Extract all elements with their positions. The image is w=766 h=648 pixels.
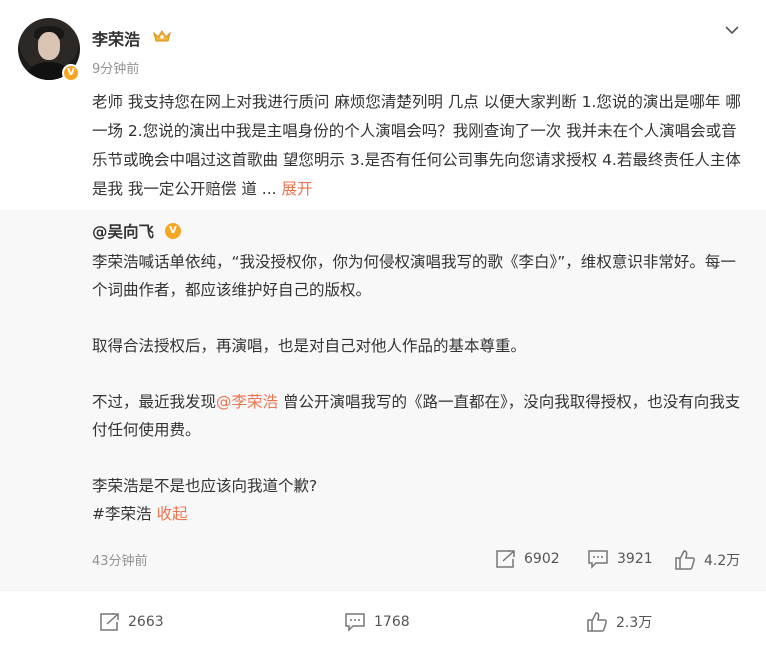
share-icon bbox=[100, 613, 119, 631]
repost-paragraph: 李荣浩是不是也应该向我道个歉? bbox=[92, 477, 318, 495]
repost-author[interactable]: @吴向飞 bbox=[92, 220, 154, 242]
weibo-post: V 李荣浩 9分钟前 老师 我支持您在网上对我进行质问 麻烦您清楚列明 几点 以… bbox=[0, 0, 766, 648]
hashtag-link[interactable]: #李荣浩 bbox=[92, 505, 152, 523]
repost-comment-button[interactable]: 3921 bbox=[587, 549, 653, 569]
repost-text: 不过，最近我发现 bbox=[92, 393, 217, 411]
like-count: 2.3万 bbox=[616, 615, 653, 631]
share-count: 2663 bbox=[128, 614, 164, 630]
verified-badge-icon: V bbox=[165, 223, 181, 239]
comment-icon bbox=[588, 550, 608, 569]
post-body: 老师 我支持您在网上对我进行质问 麻烦您清楚列明 几点 以便大家判断 1.您说的… bbox=[92, 93, 741, 198]
avatar-face bbox=[38, 32, 60, 60]
repost-body: 李荣浩喊话单依纯，“我没授权你，你为何侵权演唱我写的歌《李白》”，维权意识非常好… bbox=[92, 248, 744, 528]
share-count: 6902 bbox=[524, 551, 560, 567]
repost-block[interactable]: @吴向飞 V 李荣浩喊话单依纯，“我没授权你，你为何侵权演唱我写的歌《李白》”，… bbox=[0, 210, 766, 590]
crown-icon bbox=[153, 30, 171, 42]
like-button[interactable]: 2.3万 bbox=[586, 611, 652, 633]
divider bbox=[0, 590, 766, 591]
repost-time[interactable]: 43分钟前 bbox=[92, 550, 148, 569]
repost-like-button[interactable]: 4.2万 bbox=[674, 549, 740, 571]
repost-paragraph: 李荣浩喊话单依纯，“我没授权你，你为何侵权演唱我写的歌《李白》”，维权意识非常好… bbox=[92, 253, 736, 299]
like-icon bbox=[587, 612, 607, 632]
username[interactable]: 李荣浩 bbox=[92, 26, 140, 50]
share-button[interactable]: 2663 bbox=[98, 612, 164, 632]
repost-paragraph: 取得合法授权后，再演唱，也是对自己对他人作品的基本尊重。 bbox=[92, 337, 527, 355]
verified-badge-icon: V bbox=[62, 64, 80, 82]
chevron-down-icon[interactable] bbox=[722, 20, 742, 40]
repost-paragraph: 不过，最近我发现@李荣浩 曾公开演唱我写的《路一直都在》，没向我取得授权，也没有… bbox=[92, 388, 744, 444]
comment-count: 3921 bbox=[617, 551, 653, 567]
post-time[interactable]: 9分钟前 bbox=[92, 58, 139, 77]
like-count: 4.2万 bbox=[704, 553, 741, 569]
hashtag-line: #李荣浩 收起 bbox=[92, 500, 744, 528]
repost-share-button[interactable]: 6902 bbox=[494, 549, 560, 569]
comment-icon bbox=[345, 613, 365, 632]
comment-count: 1768 bbox=[374, 614, 410, 630]
comment-button[interactable]: 1768 bbox=[344, 612, 410, 632]
collapse-link[interactable]: 收起 bbox=[156, 505, 187, 523]
post-text: 老师 我支持您在网上对我进行质问 麻烦您清楚列明 几点 以便大家判断 1.您说的… bbox=[92, 88, 744, 204]
like-icon bbox=[675, 550, 695, 570]
expand-link[interactable]: 展开 bbox=[282, 180, 313, 198]
share-icon bbox=[496, 550, 515, 568]
mention-link[interactable]: @李荣浩 bbox=[216, 393, 278, 411]
